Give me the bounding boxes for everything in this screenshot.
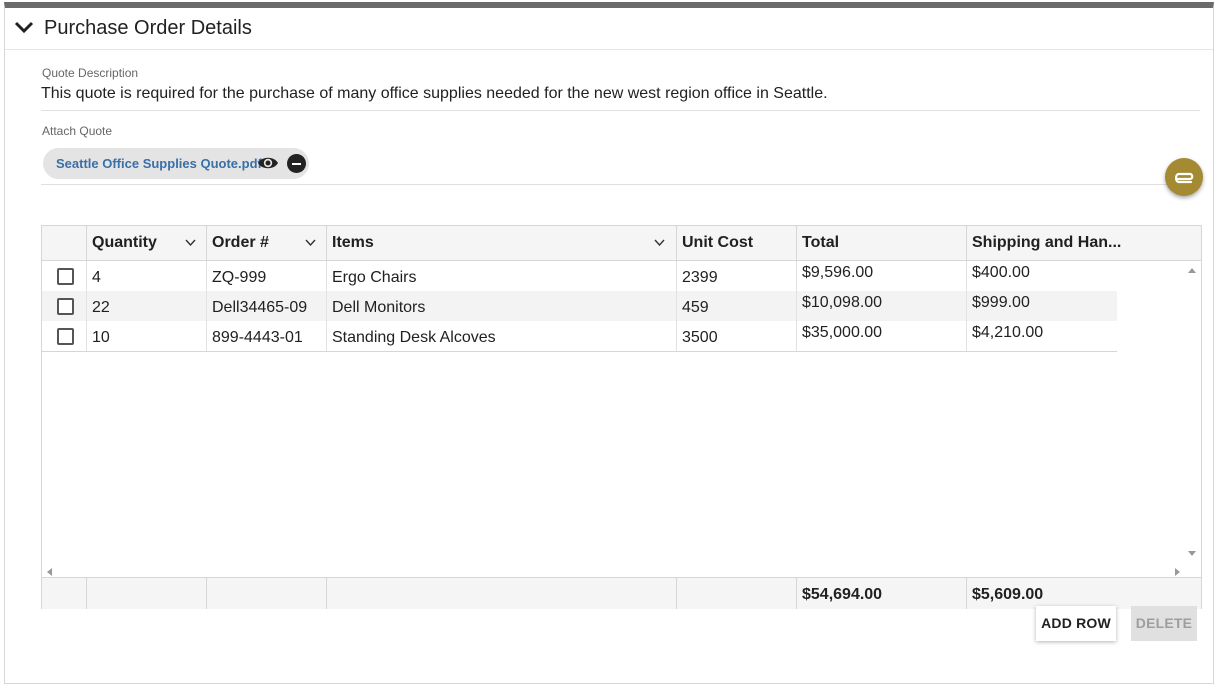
select-cell [42,321,87,351]
column-header-quantity[interactable]: Quantity [87,226,207,261]
divider [41,110,1200,111]
row-checkbox[interactable] [57,328,74,345]
footer-cell [42,578,87,609]
purchase-order-panel: Purchase Order Details Quote Description… [4,2,1214,684]
column-label: Unit Cost [682,234,754,251]
footer-cell [327,578,677,609]
row-checkbox[interactable] [57,268,74,285]
row-checkbox[interactable] [57,298,74,315]
select-cell [42,291,87,321]
footer-cell [207,578,327,609]
sort-chevron-icon[interactable] [305,239,316,246]
panel-title: Purchase Order Details [44,17,252,39]
scroll-right-arrow[interactable] [1175,568,1180,576]
total-cell: $35,000.00 [797,321,967,351]
panel-header[interactable]: Purchase Order Details [5,8,1213,50]
unit-cost-cell[interactable]: 3500 [677,321,797,351]
divider [41,184,1200,185]
shipping-cell[interactable]: $999.00 [967,291,1117,321]
total-cell: $9,596.00 [797,261,967,291]
column-label: Shipping and Han... [972,234,1122,251]
quantity-cell[interactable]: 4 [87,261,207,291]
table-row[interactable]: 22 Dell34465-09 Dell Monitors 459 $10,09… [42,291,1117,321]
column-label: Order # [212,234,269,251]
divider [42,351,1117,352]
remove-attachment-icon[interactable] [287,154,306,173]
sort-chevron-icon[interactable] [185,239,196,246]
quantity-cell[interactable]: 22 [87,291,207,321]
shipping-cell[interactable]: $400.00 [967,261,1117,291]
table-row[interactable]: 10 899-4443-01 Standing Desk Alcoves 350… [42,321,1117,351]
quote-description-label: Quote Description [42,66,139,80]
footer-total: $54,694.00 [797,578,967,609]
grid-footer: $54,694.00 $5,609.00 [42,577,1201,609]
order-cell[interactable]: ZQ-999 [207,261,327,291]
quantity-cell[interactable]: 10 [87,321,207,351]
order-cell[interactable]: Dell34465-09 [207,291,327,321]
attachment-file-name[interactable]: Seattle Office Supplies Quote.pdf [56,156,262,171]
column-header-items[interactable]: Items [327,226,677,261]
attach-file-button[interactable] [1165,158,1203,196]
line-items-grid: Quantity Order # Items Unit Cost Total S… [41,225,1202,609]
footer-shipping-total: $5,609.00 [972,586,1044,603]
order-cell[interactable]: 899-4443-01 [207,321,327,351]
total-cell: $10,098.00 [797,291,967,321]
column-header-order[interactable]: Order # [207,226,327,261]
column-label: Quantity [92,234,157,251]
paperclip-icon [1174,172,1194,184]
attach-quote-label: Attach Quote [42,124,113,138]
add-row-button[interactable]: ADD ROW [1036,606,1116,641]
footer-cell [87,578,207,609]
unit-cost-cell[interactable]: 2399 [677,261,797,291]
scroll-down-arrow[interactable] [1188,551,1196,556]
column-label: Total [802,234,840,251]
item-cell[interactable]: Dell Monitors [327,291,677,321]
column-header-shipping[interactable]: Shipping and Han... [967,226,1201,261]
column-header-total[interactable]: Total [797,226,967,261]
scroll-up-arrow[interactable] [1188,268,1196,273]
chevron-down-icon[interactable] [14,20,34,34]
footer-cell [677,578,797,609]
attachment-chip: Seattle Office Supplies Quote.pdf [43,148,309,179]
select-cell [42,261,87,291]
unit-cost-cell[interactable]: 459 [677,291,797,321]
shipping-cell[interactable]: $4,210.00 [967,321,1117,351]
item-cell[interactable]: Standing Desk Alcoves [327,321,677,351]
select-column-header [42,226,87,261]
grid-header: Quantity Order # Items Unit Cost Total S… [42,226,1201,261]
delete-button[interactable]: DELETE [1131,606,1197,641]
column-header-unit-cost[interactable]: Unit Cost [677,226,797,261]
item-cell[interactable]: Ergo Chairs [327,261,677,291]
column-label: Items [332,234,374,251]
scroll-left-arrow[interactable] [47,568,52,576]
eye-icon[interactable] [257,155,279,171]
table-row[interactable]: 4 ZQ-999 Ergo Chairs 2399 $9,596.00 $400… [42,261,1117,291]
quote-description-value: This quote is required for the purchase … [41,85,828,102]
sort-chevron-icon[interactable] [654,239,665,246]
